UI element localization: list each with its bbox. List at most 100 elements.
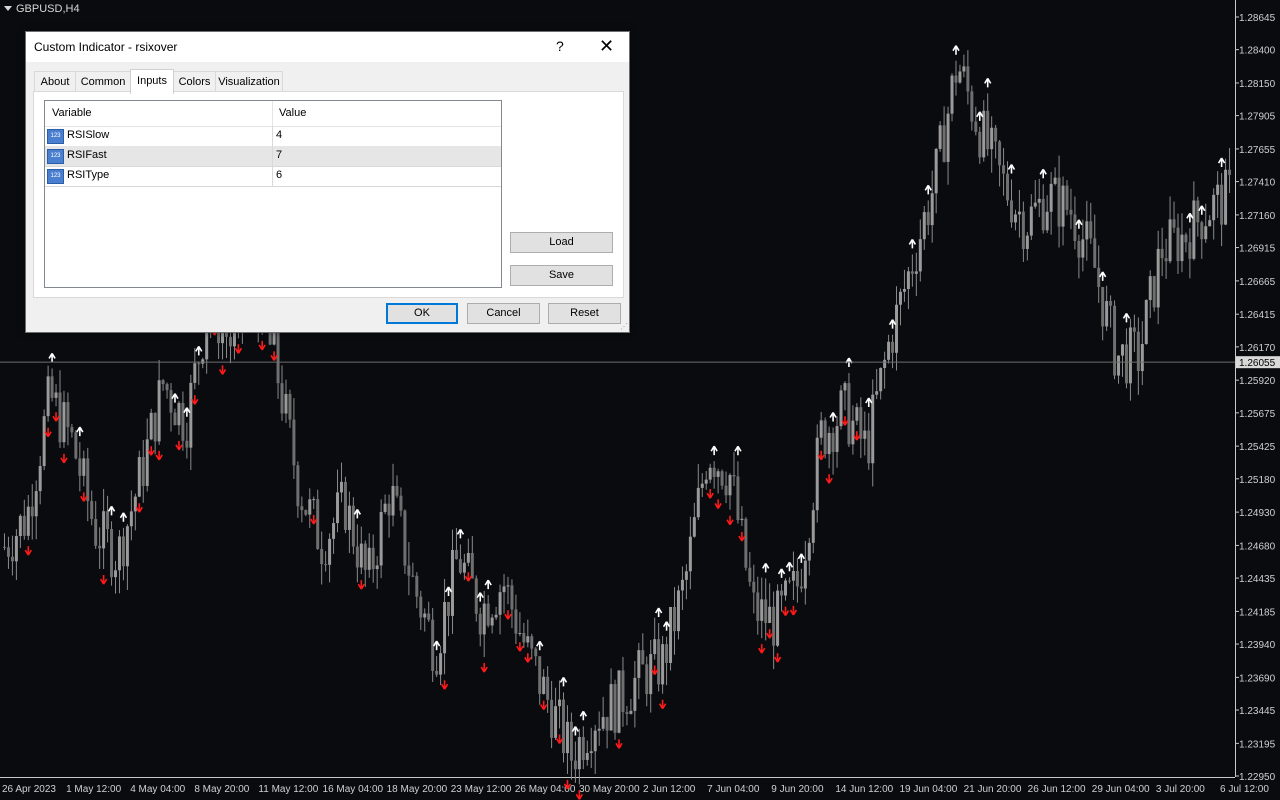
ok-button[interactable]: OK [386,303,458,324]
candle-body [1093,238,1097,268]
candle-body [165,384,169,391]
table-row[interactable]: 123 RSIType 6 [45,166,501,187]
resize-grip-icon[interactable]: ⋰ [620,323,628,331]
candle-body [1037,198,1041,203]
tab-common[interactable]: Common [75,71,131,92]
help-button[interactable]: ? [556,38,564,54]
table-row[interactable]: 123 RSISlow 4 [45,126,501,147]
candle-body [538,656,542,694]
candle-body [780,590,784,596]
candle-body [1049,183,1053,212]
time-tick-label: 8 May 20:00 [194,784,249,795]
candle-body [1089,221,1093,239]
candle-body [1029,206,1033,236]
candle-body [478,613,482,635]
candle-body [14,536,18,562]
candle-body [1220,184,1224,225]
price-tick-label: 1.25180 [1239,475,1276,486]
dialog-title-bar[interactable]: Custom Indicator - rsixover ? ✕ [26,32,629,62]
candle-body [819,420,823,438]
candle-body [54,392,58,398]
candle-body [1132,327,1136,332]
time-tick-label: 23 May 12:00 [451,784,512,795]
candle-body [803,560,807,589]
tab-inputs[interactable]: Inputs [130,69,174,94]
candle-body [526,636,530,643]
candle-body [50,376,54,398]
candle-body [990,127,994,150]
table-header: Variable Value [45,101,501,127]
candle-body [859,407,863,439]
candle-body [661,644,665,685]
price-tick-label: 1.28645 [1239,13,1276,24]
time-tick-label: 6 Jul 12:00 [1220,784,1269,795]
price-tick-label: 1.24930 [1239,508,1276,519]
column-separator[interactable] [272,101,273,126]
candle-body [934,148,938,194]
inputs-table[interactable]: Variable Value 123 RSISlow 4 123 RSIFast… [44,100,502,288]
cancel-button[interactable]: Cancel [467,303,540,324]
header-variable[interactable]: Variable [52,107,92,119]
candle-body [328,538,332,565]
candle-body [756,592,760,621]
tab-colors[interactable]: Colors [173,71,216,92]
close-icon[interactable]: ✕ [599,36,614,57]
candle-body [554,706,558,738]
load-button[interactable]: Load [510,232,613,253]
candle-body [938,125,942,149]
candle-body [177,402,181,426]
reset-button[interactable]: Reset [548,303,621,324]
variable-value[interactable]: 6 [276,169,282,181]
tab-about[interactable]: About [34,71,76,92]
candle-body [66,402,70,428]
integer-param-icon: 123 [47,169,64,184]
variable-value[interactable]: 4 [276,129,282,141]
candle-body [724,485,728,496]
candle-body [114,570,118,578]
tab-visualization[interactable]: Visualization [215,71,283,92]
variable-value[interactable]: 7 [276,149,282,161]
price-tick-label: 1.23940 [1239,640,1276,651]
candle-body [787,580,791,582]
price-tick-label: 1.27655 [1239,145,1276,156]
header-value[interactable]: Value [279,107,306,119]
price-tick-label: 1.27410 [1239,178,1276,189]
candle-body [181,402,185,441]
candle-body [462,562,466,573]
candle-body [443,602,447,654]
candle-body [296,465,300,507]
candle-body [1164,258,1168,262]
candle-body [970,91,974,122]
candle-body [1113,305,1117,376]
time-tick-label: 26 Jun 12:00 [1028,784,1086,795]
candle-body [149,412,153,440]
candle-body [427,613,431,620]
candle-body [284,393,288,414]
candle-body [78,458,82,476]
candle-body [371,547,375,570]
dropdown-triangle-icon[interactable] [4,6,12,11]
candle-body [324,564,328,566]
candle-body [942,125,946,162]
candle-body [1148,276,1152,301]
candle-body [153,412,157,442]
table-row[interactable]: 123 RSIFast 7 [45,146,501,167]
save-button[interactable]: Save [510,265,613,286]
chart-symbol-label[interactable]: GBPUSD,H4 [4,3,80,15]
candle-body [415,575,419,597]
price-tick-label: 1.25920 [1239,376,1276,387]
candle-body [752,581,756,593]
candle-body [601,717,605,729]
candle-body [708,467,712,480]
candle-body [1128,327,1132,384]
candle-body [732,474,736,477]
candle-body [1188,242,1192,259]
candle-body [1085,221,1089,240]
candle-body [665,644,669,663]
candle-body [10,556,14,562]
candle-body [1061,185,1065,227]
candle-body [379,512,383,566]
candle-body [613,684,617,733]
candle-body [831,432,835,452]
candle-body [946,113,950,162]
